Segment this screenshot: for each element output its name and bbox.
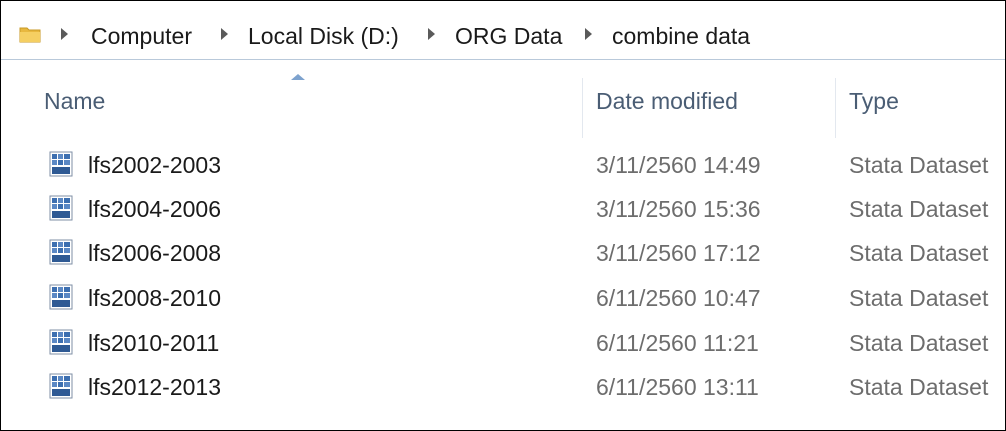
file-row[interactable]: lfs2008-2010 6/11/2560 10:47 Stata Dataset — [31, 278, 1005, 322]
file-type: Stata Dataset — [849, 285, 989, 311]
file-type: Stata Dataset — [849, 374, 989, 400]
column-divider[interactable] — [582, 78, 583, 138]
breadcrumb-separator-icon[interactable] — [428, 28, 435, 40]
file-date-modified: 3/11/2560 15:36 — [596, 196, 761, 222]
file-row[interactable]: lfs2010-2011 6/11/2560 11:21 Stata Dataset — [31, 323, 1005, 367]
folder-icon — [19, 27, 41, 43]
breadcrumb-separator-icon[interactable] — [585, 28, 592, 40]
stata-dataset-icon — [49, 373, 73, 399]
file-type: Stata Dataset — [849, 152, 989, 178]
stata-dataset-icon — [49, 195, 73, 221]
file-date-modified: 6/11/2560 10:47 — [596, 285, 761, 311]
file-name[interactable]: lfs2010-2011 — [88, 328, 219, 358]
column-divider[interactable] — [835, 78, 836, 138]
breadcrumb-separator-icon[interactable] — [61, 28, 68, 40]
file-row[interactable]: lfs2006-2008 3/11/2560 17:12 Stata Dataset — [31, 233, 1005, 277]
file-type: Stata Dataset — [849, 330, 989, 356]
column-header-type[interactable]: Type — [849, 86, 899, 116]
sort-ascending-icon — [291, 74, 305, 80]
stata-dataset-icon — [49, 329, 73, 355]
breadcrumb-separator-icon[interactable] — [221, 28, 228, 40]
explorer-window: Computer Local Disk (D:) ORG Data combin… — [0, 0, 1006, 431]
breadcrumb-item-combine-data[interactable]: combine data — [612, 22, 750, 50]
breadcrumb-item-local-disk[interactable]: Local Disk (D:) — [248, 22, 399, 50]
file-row[interactable]: lfs2002-2003 3/11/2560 14:49 Stata Dataset — [31, 145, 1005, 189]
column-header-name[interactable]: Name — [44, 86, 105, 116]
file-date-modified: 6/11/2560 13:11 — [596, 374, 759, 400]
file-name[interactable]: lfs2004-2006 — [88, 194, 221, 224]
breadcrumb-item-computer[interactable]: Computer — [91, 22, 192, 50]
file-name[interactable]: lfs2008-2010 — [88, 283, 221, 313]
stata-dataset-icon — [49, 239, 73, 265]
address-bar[interactable]: Computer Local Disk (D:) ORG Data combin… — [1, 1, 1005, 60]
file-name[interactable]: lfs2006-2008 — [88, 238, 221, 268]
file-date-modified: 3/11/2560 17:12 — [596, 240, 761, 266]
file-date-modified: 3/11/2560 14:49 — [596, 152, 761, 178]
column-header-row: Name Date modified Type — [1, 60, 1005, 138]
file-name[interactable]: lfs2002-2003 — [88, 150, 221, 180]
file-type: Stata Dataset — [849, 240, 989, 266]
column-header-date-modified[interactable]: Date modified — [596, 86, 738, 116]
stata-dataset-icon — [49, 284, 73, 310]
file-row[interactable]: lfs2004-2006 3/11/2560 15:36 Stata Dataset — [31, 189, 1005, 233]
file-date-modified: 6/11/2560 11:21 — [596, 330, 759, 356]
breadcrumb-item-org-data[interactable]: ORG Data — [455, 22, 562, 50]
file-name[interactable]: lfs2012-2013 — [88, 372, 221, 402]
file-row[interactable]: lfs2012-2013 6/11/2560 13:11 Stata Dataset — [31, 367, 1005, 411]
stata-dataset-icon — [49, 151, 73, 177]
file-type: Stata Dataset — [849, 196, 989, 222]
